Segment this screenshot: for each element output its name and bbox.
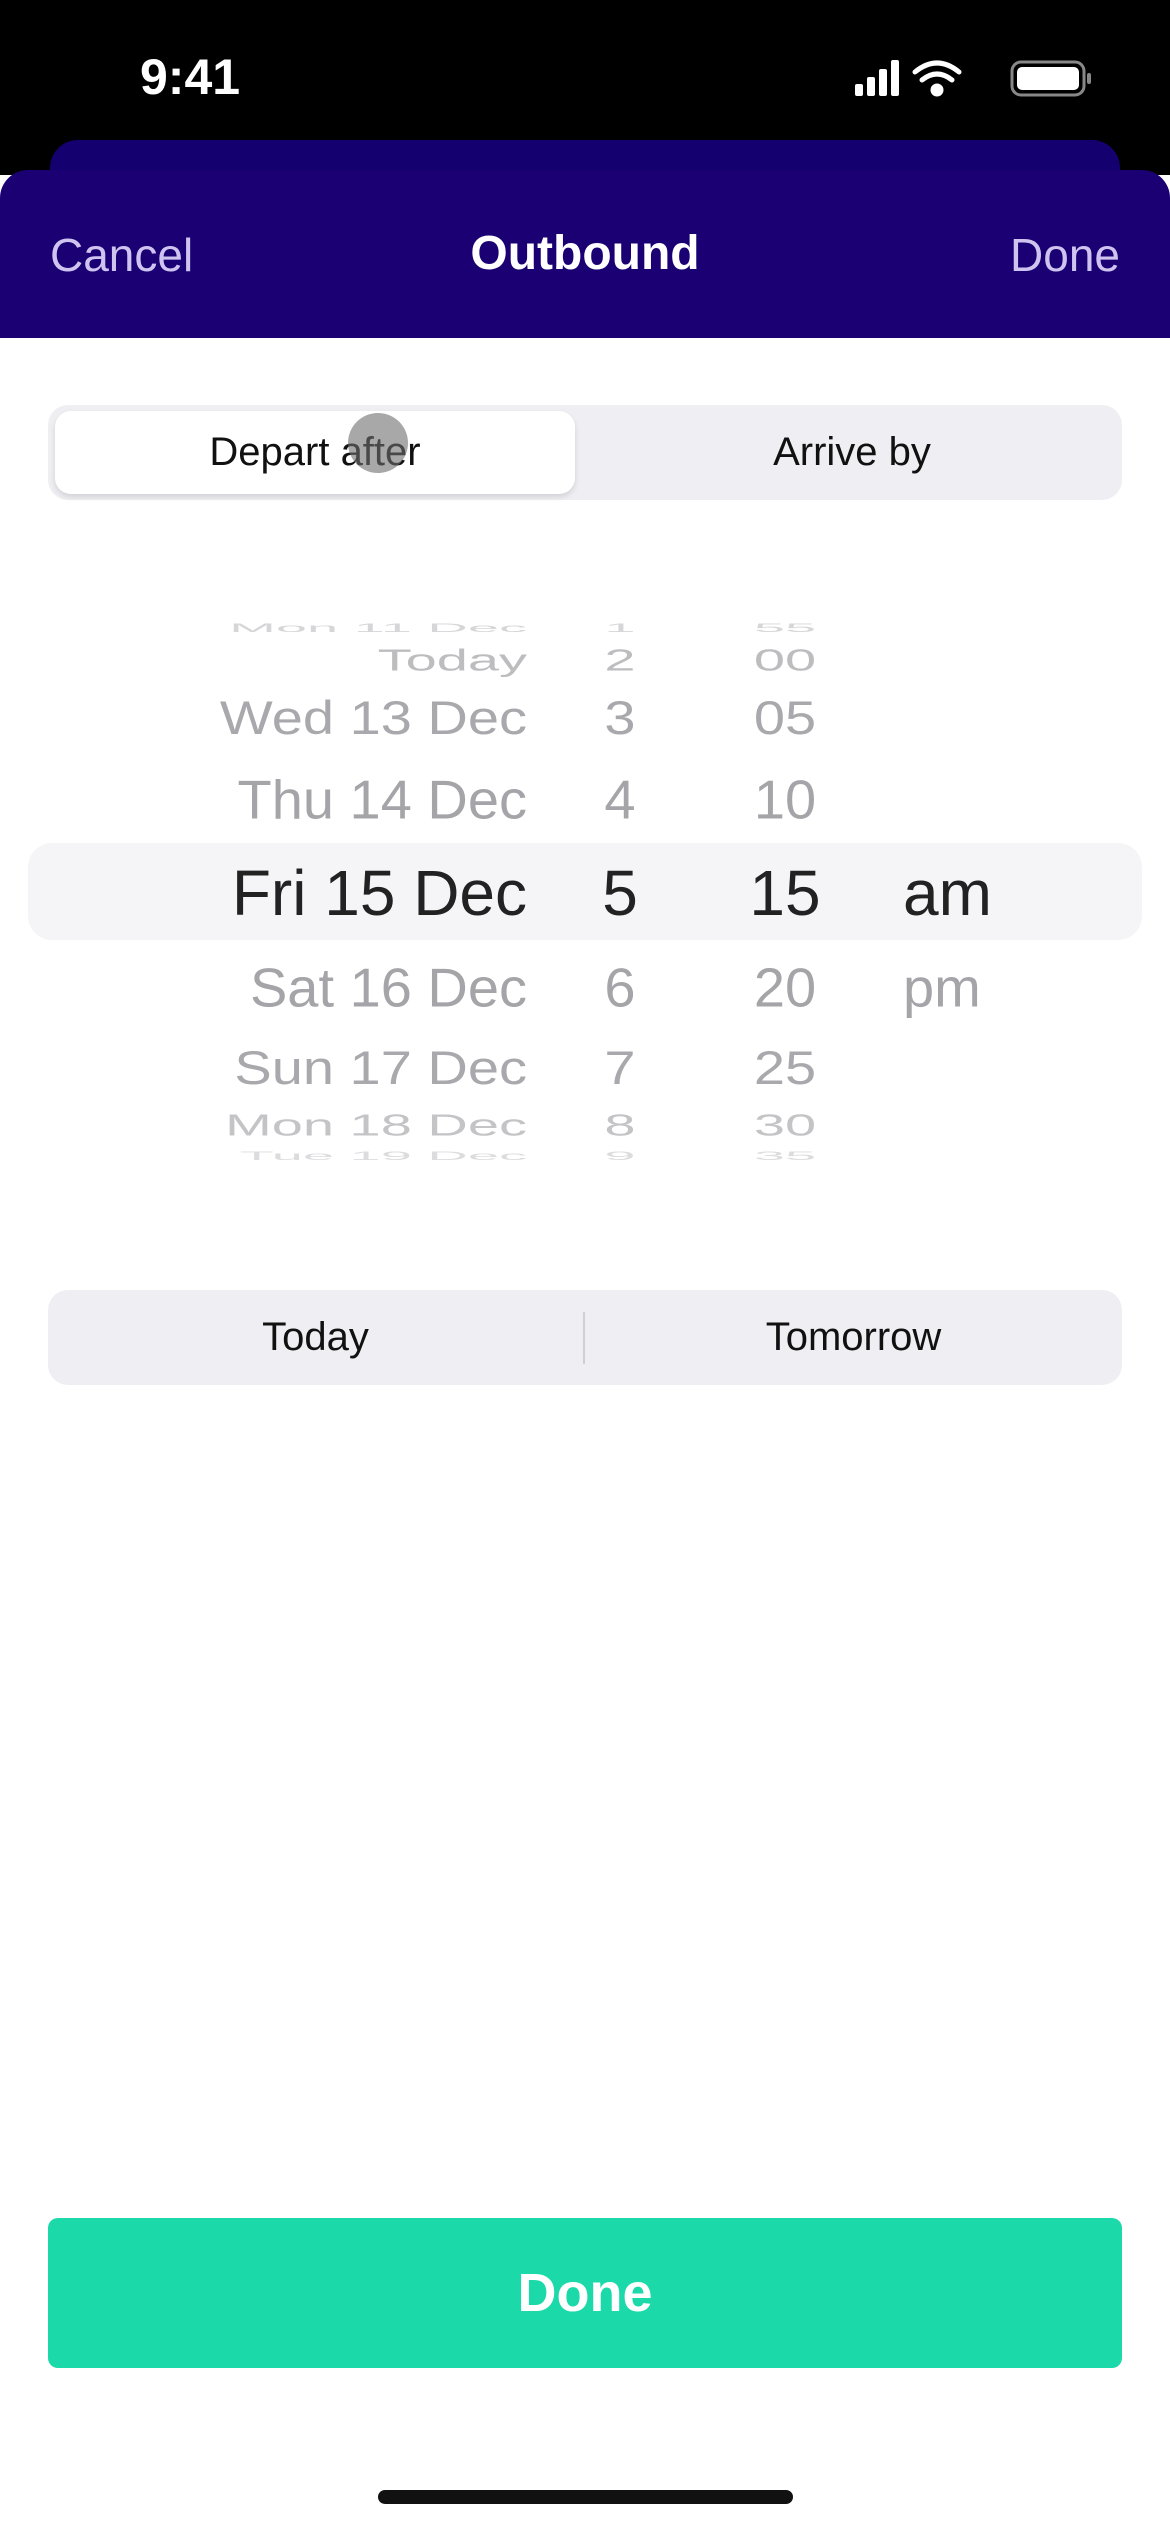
picker-date-item[interactable]: Fri 15 Dec (232, 853, 527, 933)
picker-hour-item[interactable]: 3 (570, 684, 670, 752)
date-time-picker[interactable]: Mon 11 Dec 1 55 Today 2 00 Wed 13 Dec 3 05 Thu 14… (0, 0, 1170, 1200)
picker-date-item[interactable]: Tue 19 Dec (240, 1147, 527, 1165)
picker-ampm-item[interactable]: pm (903, 949, 981, 1027)
picker-date-item[interactable]: Sun 17 Dec (234, 1034, 527, 1102)
picker-hour-item[interactable]: 8 (570, 1103, 670, 1147)
picker-hour-item[interactable]: 7 (570, 1034, 670, 1102)
picker-date-item[interactable]: Mon 11 Dec (229, 619, 527, 637)
home-indicator (378, 2490, 793, 2504)
picker-hour-item[interactable]: 5 (570, 853, 670, 933)
picker-hour-item[interactable]: 2 (570, 638, 670, 682)
today-button[interactable]: Today (48, 1290, 583, 1385)
picker-hour-item[interactable]: 4 (570, 761, 670, 839)
picker-minute-item[interactable]: 10 (730, 761, 840, 839)
tomorrow-button[interactable]: Tomorrow (585, 1290, 1122, 1385)
picker-minute-item[interactable]: 25 (730, 1034, 840, 1102)
picker-date-item[interactable]: Mon 18 Dec (225, 1103, 527, 1147)
picker-date-item[interactable]: Wed 13 Dec (220, 684, 527, 752)
picker-ampm-item[interactable]: am (903, 853, 992, 933)
picker-date-item[interactable]: Today (378, 638, 527, 682)
picker-minute-item[interactable]: 05 (730, 684, 840, 752)
done-button[interactable]: Done (48, 2218, 1122, 2368)
picker-minute-item[interactable]: 15 (730, 853, 840, 933)
picker-minute-item[interactable]: 35 (730, 1147, 840, 1165)
picker-minute-item[interactable]: 20 (730, 949, 840, 1027)
picker-minute-item[interactable]: 00 (730, 638, 840, 682)
picker-date-item[interactable]: Thu 14 Dec (238, 761, 528, 839)
picker-minute-item[interactable]: 30 (730, 1103, 840, 1147)
picker-minute-item[interactable]: 55 (730, 619, 840, 637)
quick-day-segmented-control: Today Tomorrow (48, 1290, 1122, 1385)
picker-date-item[interactable]: Sat 16 Dec (250, 949, 527, 1027)
picker-hour-item[interactable]: 9 (570, 1147, 670, 1165)
picker-hour-item[interactable]: 1 (570, 619, 670, 637)
picker-hour-item[interactable]: 6 (570, 949, 670, 1027)
